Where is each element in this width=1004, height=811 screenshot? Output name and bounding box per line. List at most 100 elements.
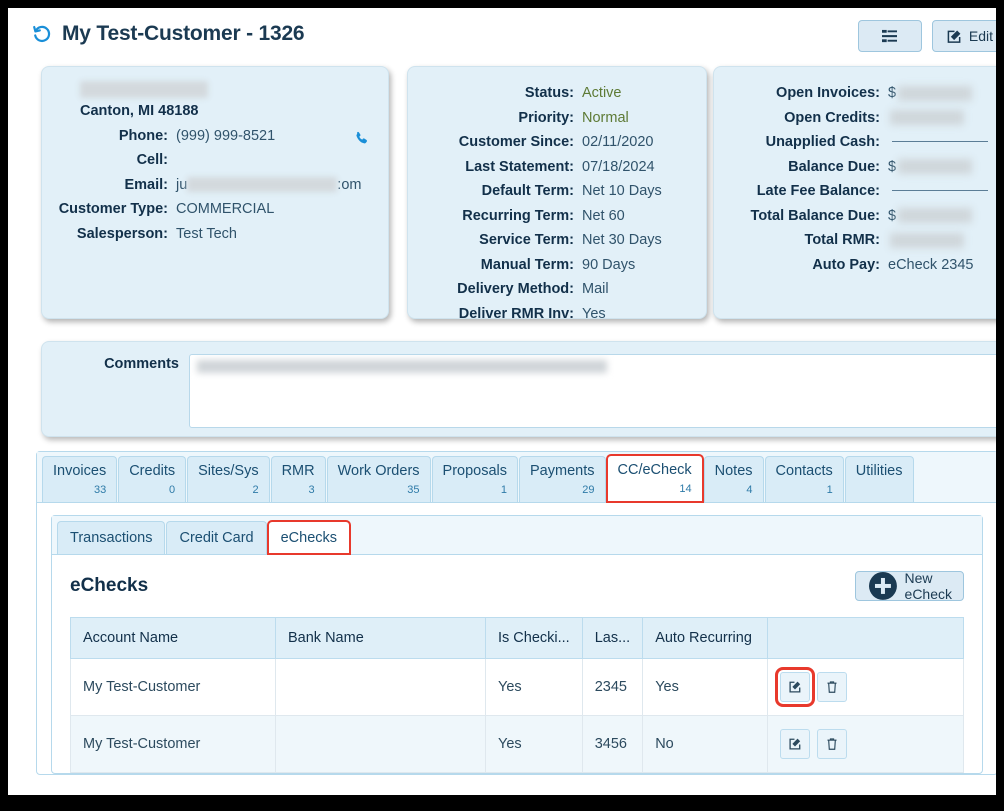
column-last-four[interactable]: Las... — [581, 617, 644, 659]
tab-count: 14 — [679, 483, 692, 495]
tab-count: 0 — [169, 484, 176, 496]
tab-label: Invoices — [53, 463, 107, 479]
phone-label: Phone: — [118, 127, 168, 144]
open-invoices-label: Open Invoices: — [776, 85, 880, 101]
echecks-body: eChecks New eCheck Account Name Bank Nam… — [52, 555, 982, 773]
tab-label: Notes — [714, 463, 753, 479]
status-row-deliver-rmr-inv: Deliver RMR Inv: Yes — [422, 302, 692, 327]
cell-account-name: My Test-Customer — [70, 715, 276, 773]
open-credits-label: Open Credits: — [784, 109, 880, 126]
salesperson-value: Test Tech — [176, 225, 237, 242]
tab-count: 29 — [582, 484, 595, 496]
cc-echeck-subpanel: Transactions Credit Card eChecks eChecks — [51, 515, 983, 774]
echecks-section-head: eChecks New eCheck — [70, 570, 964, 602]
subtab-credit-card[interactable]: Credit Card — [166, 521, 267, 554]
tab-credits[interactable]: Credits 0 — [118, 456, 187, 502]
salesperson-label: Salesperson: — [76, 225, 168, 242]
open-credits-value — [880, 106, 964, 131]
deliver-rmr-inv-value: Yes — [582, 305, 606, 322]
cell-last-four: 3456 — [581, 715, 644, 773]
contact-row-phone: Phone: (999) 999-8521 — [56, 124, 374, 149]
column-is-checking[interactable]: Is Checki... — [485, 617, 583, 659]
delete-row-button[interactable] — [817, 729, 848, 759]
list-view-button[interactable] — [857, 20, 922, 52]
manual-term-label: Manual Term: — [480, 256, 574, 273]
tab-count: 35 — [407, 484, 420, 496]
table-row[interactable]: My Test-Customer Yes 3456 No — [70, 715, 964, 773]
column-auto-recurring[interactable]: Auto Recurring — [642, 617, 769, 659]
email-suffix: :om — [337, 176, 362, 193]
title-row: My Test-Customer - 1326 — [32, 22, 996, 46]
page-header: My Test-Customer - 1326 Edit — [8, 8, 996, 66]
delete-row-button[interactable] — [817, 672, 848, 702]
recurring-term-label: Recurring Term: — [462, 207, 574, 224]
tab-label: CC/eCheck — [617, 462, 692, 478]
tab-label: Work Orders — [337, 463, 420, 479]
status-row-last-statement: Last Statement: 07/18/2024 — [422, 155, 692, 180]
tab-rmr[interactable]: RMR 3 — [270, 456, 326, 502]
tab-count: 2 — [252, 484, 259, 496]
column-account-name[interactable]: Account Name — [70, 617, 276, 659]
delivery-method-label: Delivery Method: — [457, 281, 574, 297]
tab-proposals[interactable]: Proposals 1 — [431, 456, 519, 502]
service-term-value: Net 30 Days — [582, 232, 662, 248]
column-actions — [767, 617, 964, 659]
cell-value — [168, 148, 176, 173]
cell-bank-name — [275, 658, 486, 716]
tab-label: Proposals — [442, 463, 508, 479]
main-tabstrip: Invoices 33 Credits 0 Sites/Sys 2 RMR 3 … — [37, 452, 996, 503]
tab-contacts[interactable]: Contacts 1 — [764, 456, 844, 502]
tab-cc-echeck[interactable]: CC/eCheck 14 — [605, 454, 704, 503]
plus-circle-icon — [868, 572, 897, 600]
finance-card: Open Invoices: $ Open Credits: Unapplied… — [713, 66, 996, 319]
tab-invoices[interactable]: Invoices 33 — [42, 456, 118, 502]
table-row[interactable]: My Test-Customer Yes 2345 Yes — [70, 658, 964, 716]
tab-payments[interactable]: Payments 29 — [519, 456, 606, 502]
edit-row-button[interactable] — [780, 729, 811, 759]
late-fee-balance-label: Late Fee Balance: — [756, 183, 880, 199]
history-icon — [32, 24, 52, 44]
cell-auto-recurring: No — [642, 715, 769, 773]
new-echeck-label: New eCheck — [904, 570, 952, 602]
auto-pay-label: Auto Pay: — [812, 256, 880, 273]
service-term-label: Service Term: — [479, 232, 574, 248]
subtab-echecks[interactable]: eChecks — [266, 520, 352, 555]
last-statement-value: 07/18/2024 — [582, 158, 655, 175]
table-header-row: Account Name Bank Name Is Checki... Las.… — [70, 617, 964, 659]
edit-button[interactable]: Edit — [931, 20, 996, 52]
page-title: My Test-Customer - 1326 — [62, 22, 305, 45]
status-value: Active — [582, 85, 622, 101]
edit-row-button[interactable] — [775, 667, 816, 707]
contact-row-salesperson: Salesperson: Test Tech — [56, 222, 374, 247]
finance-row-balance-due: Balance Due: $ — [728, 155, 996, 180]
total-rmr-value — [880, 228, 964, 253]
new-echeck-button[interactable]: New eCheck — [854, 570, 964, 602]
open-invoices-value: $ — [880, 81, 973, 106]
status-row-default-term: Default Term: Net 10 Days — [422, 179, 692, 204]
customer-since-value: 02/11/2020 — [582, 134, 654, 150]
total-balance-due-value: $ — [880, 204, 973, 229]
subtab-transactions[interactable]: Transactions — [57, 521, 166, 554]
column-bank-name[interactable]: Bank Name — [275, 617, 486, 659]
status-row-recurring-term: Recurring Term: Net 60 — [422, 204, 692, 229]
tab-label: Sites/Sys — [198, 463, 259, 479]
finance-row-open-invoices: Open Invoices: $ — [728, 81, 996, 106]
cell-is-checking: Yes — [485, 715, 583, 773]
pencil-square-icon — [789, 738, 801, 750]
balance-due-label: Balance Due: — [788, 158, 880, 175]
echecks-table-body: My Test-Customer Yes 2345 Yes My Test-Cu… — [70, 658, 964, 773]
customer-name-redacted — [80, 81, 374, 99]
tab-notes[interactable]: Notes 4 — [703, 456, 764, 502]
phone-icon[interactable] — [354, 131, 370, 147]
comments-textarea[interactable] — [189, 354, 996, 428]
tab-label: Credits — [129, 463, 176, 479]
default-term-label: Default Term: — [481, 183, 574, 199]
tab-utilities[interactable]: Utilities — [844, 456, 914, 502]
contact-card: Canton, MI 48188 Phone: (999) 999-8521 C… — [41, 66, 389, 319]
tab-work-orders[interactable]: Work Orders 35 — [326, 456, 431, 502]
tab-sites-sys[interactable]: Sites/Sys 2 — [187, 456, 270, 502]
finance-row-late-fee-balance: Late Fee Balance: — [728, 179, 996, 204]
tab-count: 3 — [308, 484, 315, 496]
comments-label: Comments — [104, 356, 179, 372]
status-row-customer-since: Customer Since: 02/11/2020 — [422, 130, 692, 155]
